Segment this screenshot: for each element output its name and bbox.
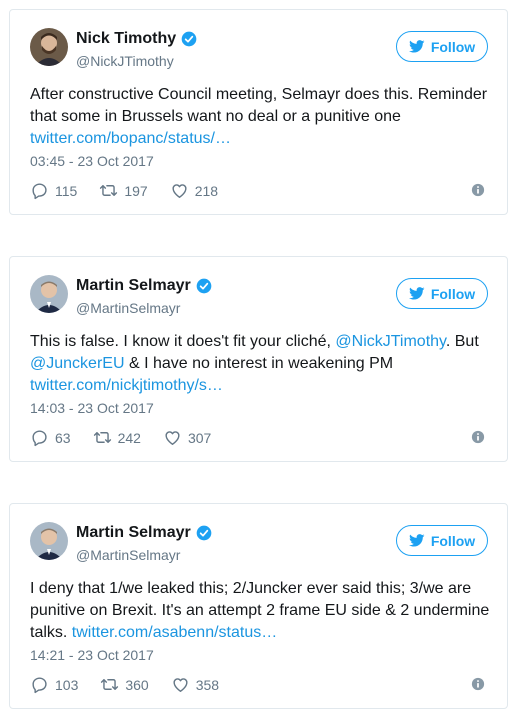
follow-label: Follow <box>430 38 476 55</box>
like-button[interactable]: 218 <box>170 181 218 200</box>
like-count: 218 <box>194 182 219 199</box>
info-icon[interactable] <box>471 430 485 444</box>
twitter-bird-icon <box>408 534 425 547</box>
tweet-card: Martin Selmayr @MartinSelmayr Follow I d… <box>9 503 508 709</box>
follow-button[interactable]: Follow <box>396 278 488 309</box>
like-count: 307 <box>187 429 212 446</box>
verified-badge-icon <box>181 31 197 47</box>
tweet-text: This is false. I know it does't fit your… <box>30 331 492 397</box>
avatar[interactable] <box>30 28 68 66</box>
like-button[interactable]: 358 <box>171 675 219 694</box>
like-button[interactable]: 307 <box>163 428 211 447</box>
retweet-count: 197 <box>124 182 148 199</box>
retweet-button[interactable]: 197 <box>99 181 148 200</box>
author-row: Martin Selmayr <box>76 524 212 542</box>
info-icon[interactable] <box>471 677 485 691</box>
retweet-button[interactable]: 242 <box>93 428 141 447</box>
author-row: Nick Timothy <box>76 30 197 48</box>
tweet-timestamp[interactable]: 14:03 - 23 Oct 2017 <box>30 400 154 416</box>
twitter-bird-icon <box>408 287 425 300</box>
author-handle[interactable]: @MartinSelmayr <box>76 300 180 316</box>
tweet-actions: 103 360 358 <box>30 675 241 694</box>
retweet-count: 360 <box>125 676 149 693</box>
author-name[interactable]: Martin Selmayr <box>76 524 191 542</box>
reply-count: 63 <box>55 429 71 446</box>
heart-icon <box>173 678 188 692</box>
retweet-icon <box>100 185 118 196</box>
tweet-link[interactable]: twitter.com/bopanc/status/… <box>30 130 231 147</box>
follow-label: Follow <box>430 532 476 549</box>
reply-button[interactable]: 103 <box>30 675 78 694</box>
text-segment: & I have no interest in weakening PM <box>124 355 394 372</box>
tweet-card: Martin Selmayr @MartinSelmayr Follow Thi… <box>9 256 508 462</box>
tweet-timestamp[interactable]: 03:45 - 23 Oct 2017 <box>30 153 154 169</box>
author-name[interactable]: Martin Selmayr <box>76 277 191 295</box>
text-segment: This is false. I know it does't fit your… <box>30 333 336 350</box>
heart-icon <box>165 431 180 445</box>
avatar[interactable] <box>30 275 68 313</box>
info-icon[interactable] <box>471 183 485 197</box>
tweet-timestamp[interactable]: 14:21 - 23 Oct 2017 <box>30 647 154 663</box>
retweet-icon <box>93 432 111 443</box>
reply-button[interactable]: 115 <box>30 181 77 200</box>
author-handle[interactable]: @NickJTimothy <box>76 53 174 69</box>
retweet-count: 242 <box>117 429 141 446</box>
tweet-link[interactable]: twitter.com/asabenn/status… <box>72 624 277 641</box>
mention-link[interactable]: @NickJTimothy <box>335 333 445 350</box>
reply-icon <box>32 677 47 694</box>
reply-icon <box>32 430 47 447</box>
tweet-actions: 63 242 307 <box>30 428 233 447</box>
author-name[interactable]: Nick Timothy <box>76 30 176 48</box>
mention-link[interactable]: @JunckerEU <box>30 355 125 372</box>
like-count: 358 <box>195 676 220 693</box>
avatar[interactable] <box>30 522 68 560</box>
author-handle[interactable]: @MartinSelmayr <box>76 547 180 563</box>
text-segment: After constructive Council meeting, Selm… <box>30 86 488 125</box>
twitter-bird-icon <box>408 40 425 53</box>
author-row: Martin Selmayr <box>76 277 212 295</box>
reply-count: 103 <box>55 676 79 693</box>
verified-badge-icon <box>196 525 212 541</box>
verified-badge-icon <box>196 278 212 294</box>
follow-button[interactable]: Follow <box>396 31 488 62</box>
text-segment: . But <box>445 333 479 350</box>
tweet-text: After constructive Council meeting, Selm… <box>30 84 492 150</box>
retweet-button[interactable]: 360 <box>100 675 149 694</box>
retweet-icon <box>101 679 119 690</box>
reply-count: 115 <box>55 182 78 199</box>
tweet-text: I deny that 1/we leaked this; 2/Juncker … <box>30 578 492 644</box>
tweet-link[interactable]: twitter.com/nickjtimothy/s… <box>30 377 223 394</box>
follow-button[interactable]: Follow <box>396 525 488 556</box>
follow-label: Follow <box>430 285 476 302</box>
heart-icon <box>172 184 187 198</box>
reply-button[interactable]: 63 <box>30 428 71 447</box>
tweet-actions: 115 197 218 <box>30 181 240 200</box>
reply-icon <box>32 183 47 200</box>
tweet-card: Nick Timothy @NickJTimothy Follow After … <box>9 9 508 215</box>
